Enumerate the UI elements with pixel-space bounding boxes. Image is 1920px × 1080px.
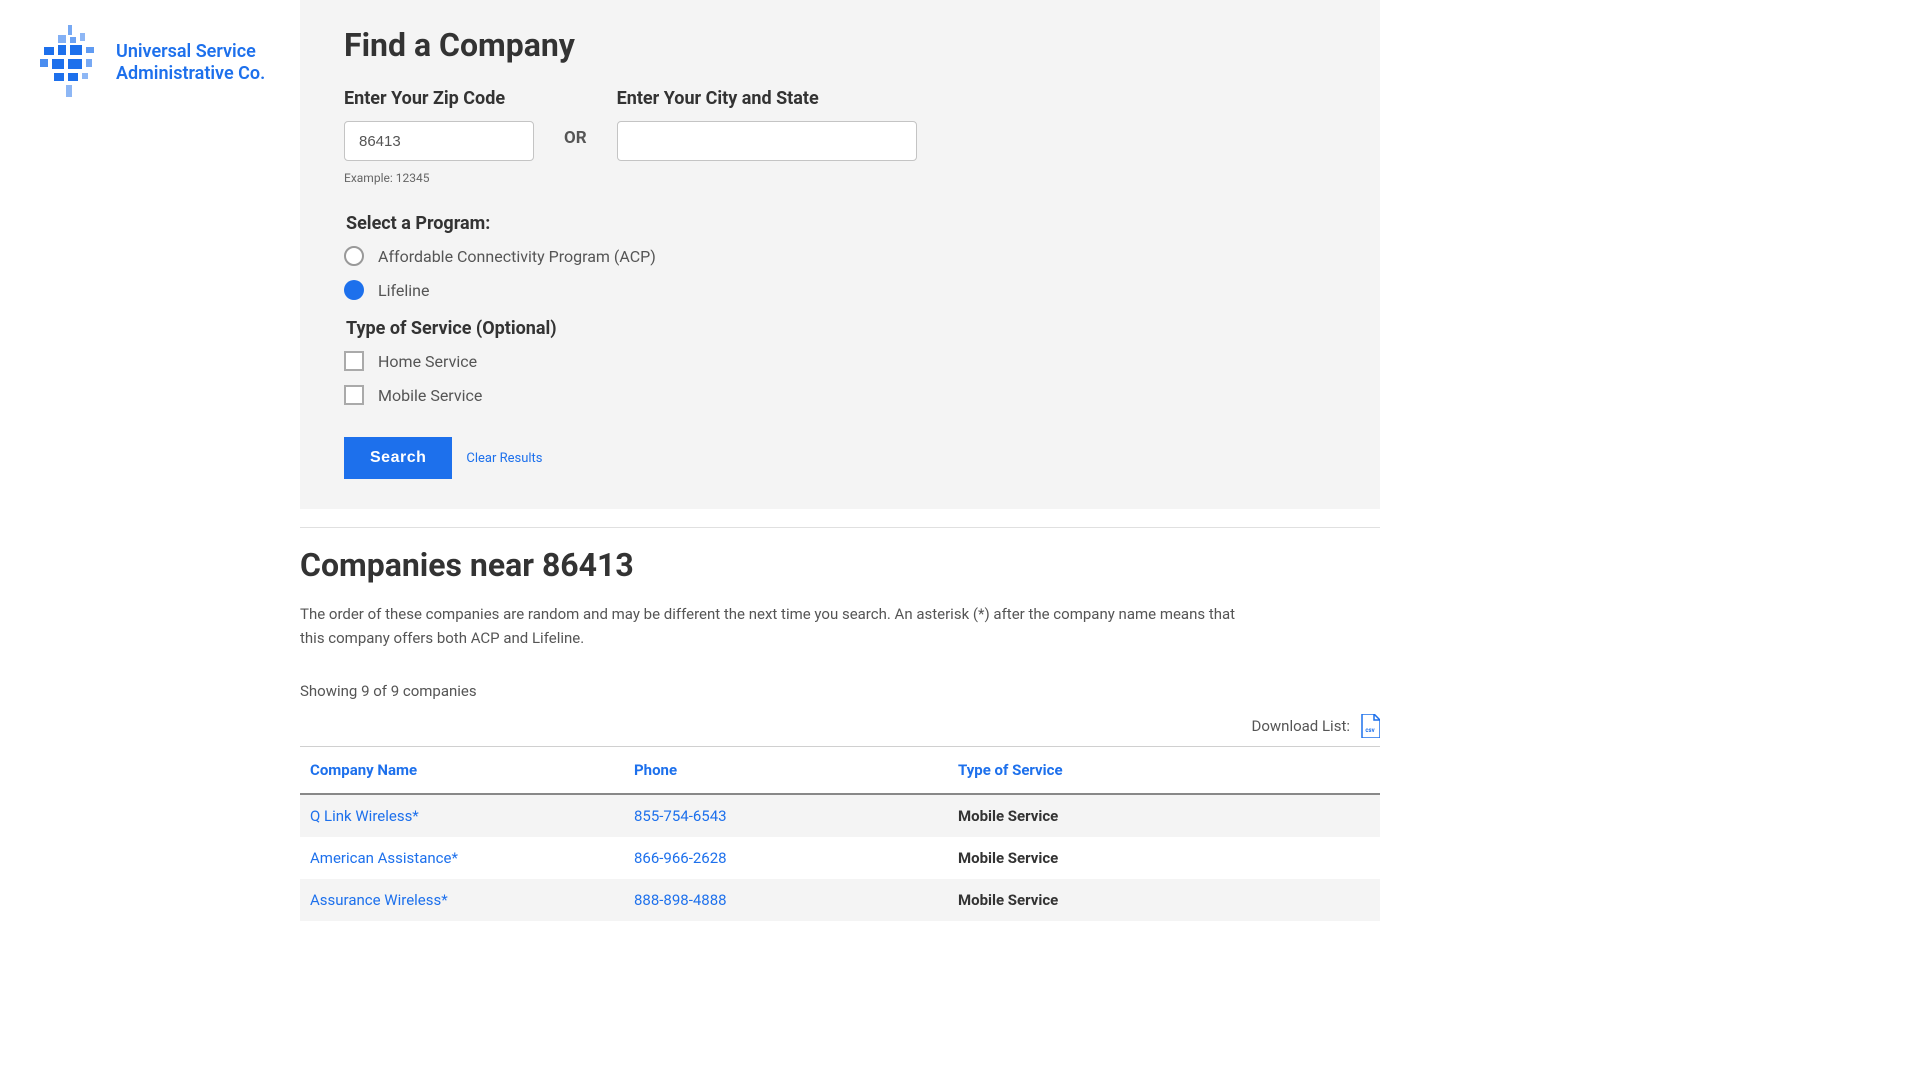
header-service[interactable]: Type of Service [948, 747, 1380, 795]
zip-input[interactable] [344, 121, 534, 161]
csv-download-icon[interactable]: csv [1360, 714, 1380, 738]
header-company[interactable]: Company Name [300, 747, 624, 795]
checkbox-mobile-service[interactable]: Mobile Service [344, 385, 1336, 405]
radio-circle-icon [344, 246, 364, 266]
results-title: Companies near 86413 [300, 546, 1380, 584]
service-type: Mobile Service [958, 849, 1058, 867]
zip-hint: Example: 12345 [344, 171, 534, 185]
table-row: Q Link Wireless* 855-754-6543 Mobile Servi… [300, 794, 1380, 837]
program-section-label: Select a Program: [346, 213, 1336, 234]
phone-link[interactable]: 855-754-6543 [634, 807, 727, 825]
radio-lifeline[interactable]: Lifeline [344, 280, 1336, 300]
phone-link[interactable]: 888-898-4888 [634, 891, 727, 909]
svg-text:csv: csv [1365, 727, 1374, 734]
checkbox-home-label: Home Service [378, 352, 477, 371]
company-link[interactable]: American Assistance* [310, 849, 458, 867]
checkbox-square-icon [344, 351, 364, 371]
or-separator: OR [564, 128, 587, 148]
service-type: Mobile Service [958, 891, 1058, 909]
radio-circle-selected-icon [344, 280, 364, 300]
results-section: Companies near 86413 The order of these … [300, 546, 1380, 961]
radio-acp[interactable]: Affordable Connectivity Program (ACP) [344, 246, 1336, 266]
service-checkbox-group: Home Service Mobile Service [344, 351, 1336, 405]
results-table: Company Name Phone Type of Service Q Lin… [300, 746, 1380, 921]
logo-line2: Administrative Co. [116, 63, 265, 85]
results-count: Showing 9 of 9 companies [300, 682, 1380, 700]
checkbox-mobile-label: Mobile Service [378, 386, 482, 405]
city-input[interactable] [617, 121, 917, 161]
city-label: Enter Your City and State [617, 88, 917, 109]
logo-text: Universal Service Administrative Co. [116, 41, 265, 84]
radio-acp-label: Affordable Connectivity Program (ACP) [378, 247, 656, 266]
radio-lifeline-label: Lifeline [378, 281, 429, 300]
find-company-title: Find a Company [344, 26, 1336, 64]
header-phone[interactable]: Phone [624, 747, 948, 795]
service-type: Mobile Service [958, 807, 1058, 825]
logo-container: Universal Service Administrative Co. [40, 25, 300, 101]
usac-logo-icon [40, 25, 104, 101]
program-radio-group: Affordable Connectivity Program (ACP) Li… [344, 246, 1336, 300]
service-section-label: Type of Service (Optional) [346, 318, 1336, 339]
company-link[interactable]: Q Link Wireless* [310, 807, 419, 825]
table-row: American Assistance* 866-966-2628 Mobile S… [300, 837, 1380, 879]
download-label: Download List: [1251, 717, 1350, 735]
results-note: The order of these companies are random … [300, 602, 1260, 650]
clear-results-link[interactable]: Clear Results [466, 451, 542, 466]
checkbox-square-icon [344, 385, 364, 405]
zip-label: Enter Your Zip Code [344, 88, 534, 109]
phone-link[interactable]: 866-966-2628 [634, 849, 727, 867]
results-divider [300, 527, 1380, 528]
logo-area: Universal Service Administrative Co. [0, 0, 300, 101]
table-row: Assurance Wireless* 888-898-4888 Mobile Se… [300, 879, 1380, 921]
company-link[interactable]: Assurance Wireless* [310, 891, 448, 909]
search-panel: Find a Company Enter Your Zip Code Examp… [300, 0, 1380, 509]
logo-line1: Universal Service [116, 41, 265, 63]
search-button[interactable]: Search [344, 437, 452, 479]
checkbox-home-service[interactable]: Home Service [344, 351, 1336, 371]
